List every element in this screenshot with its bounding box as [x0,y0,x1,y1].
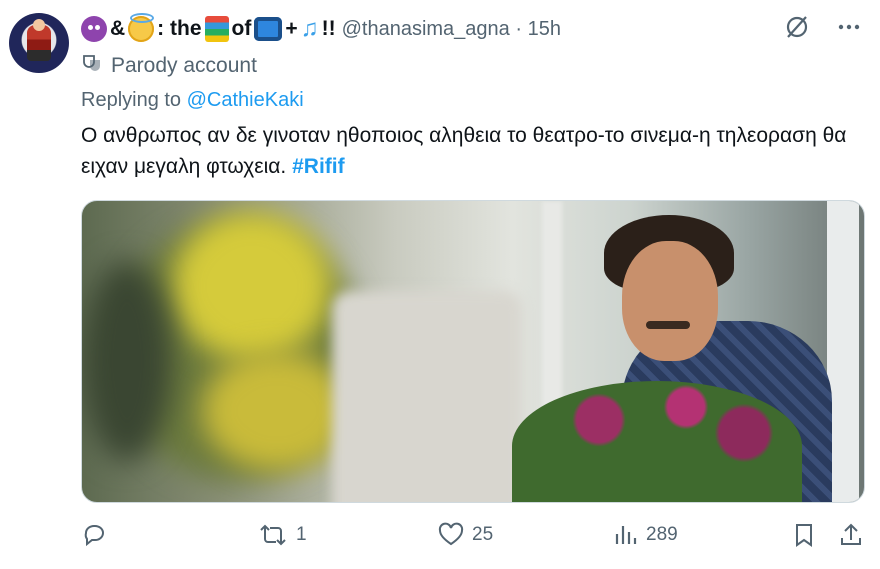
hashtag-link[interactable]: #Rifif [292,155,345,178]
books-emoji [204,16,229,42]
share-button[interactable] [838,522,864,548]
grok-icon[interactable] [784,14,810,40]
views-button[interactable]: 289 [614,522,678,548]
handle-line: @thanasima_agna · 15h [342,18,561,41]
tweet-media-image[interactable] [81,200,865,503]
separator: · [515,17,523,40]
tweet[interactable]: & : the of + ♫ !! @thanasima_agna · 15h … [0,0,880,569]
tweet-actions: 1 25 289 [81,522,871,556]
retweet-count: 1 [296,524,307,545]
smiling-devil-emoji [81,16,107,42]
analytics-bar-icon [615,526,637,544]
reply-button[interactable] [81,522,115,548]
angel-emoji [128,13,155,42]
user-handle[interactable]: @thanasima_agna [342,18,510,40]
parody-label: Parody account [81,52,257,80]
retweet-icon [260,524,286,546]
avatar[interactable] [9,13,69,73]
reply-icon [84,525,104,547]
like-button[interactable]: 25 [438,522,493,548]
display-name[interactable]: & : the of + ♫ !! [81,13,336,42]
more-options-icon[interactable] [836,14,862,40]
timestamp[interactable]: 15h [528,18,561,40]
tweet-text: Ο ανθρωπος αν δε γινοταν ηθοποιος αληθει… [81,124,847,178]
retweet-button[interactable]: 1 [258,522,307,548]
tv-emoji [254,17,283,41]
music-notes-emoji: ♫ [300,15,319,42]
share-icon [841,523,861,545]
heart-icon [438,522,464,546]
like-count: 25 [472,524,494,545]
reply-mention-link[interactable]: @CathieKaki [187,89,304,111]
replying-to: Replying to @CathieKaki [81,89,304,111]
header-actions [784,14,862,40]
tweet-header: & : the of + ♫ !! @thanasima_agna · 15h [81,13,561,44]
bookmark-button[interactable] [792,522,816,548]
view-count: 289 [646,524,678,545]
theater-masks-icon [81,52,103,80]
bookmark-icon [796,524,812,547]
